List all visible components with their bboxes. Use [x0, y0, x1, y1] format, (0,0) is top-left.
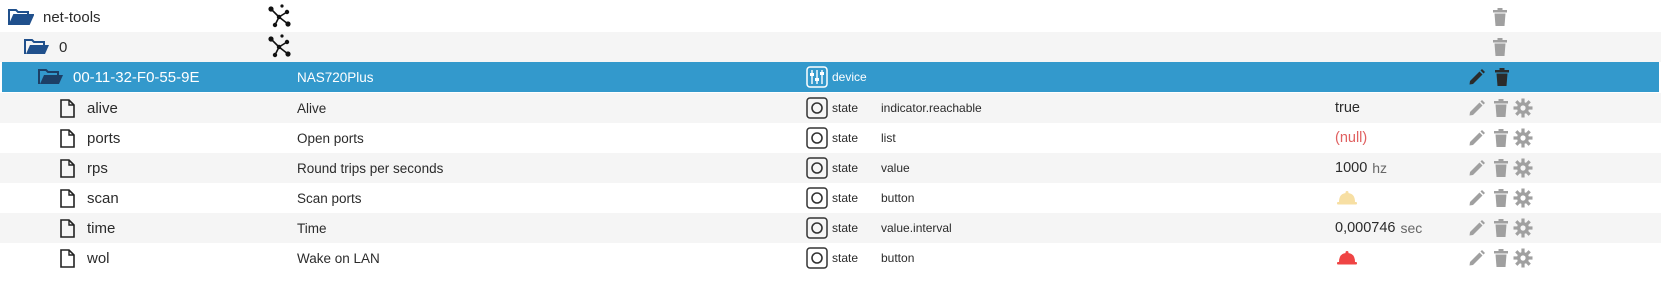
tree-row-state[interactable]: wol Wake on LAN state button [0, 243, 1661, 273]
file-icon [60, 123, 75, 153]
file-icon [60, 213, 75, 243]
object-tree: net-tools 0 00-11-32-F0-55-9E NAS720Plus… [0, 0, 1661, 293]
folder-open-icon[interactable] [8, 2, 34, 32]
row-id: 00-11-32-F0-55-9E [73, 68, 200, 86]
pencil-icon[interactable] [1468, 93, 1486, 123]
trash-icon[interactable] [1493, 243, 1509, 273]
bell-icon[interactable] [1336, 183, 1358, 213]
pencil-icon[interactable] [1468, 153, 1486, 183]
pencil-icon[interactable] [1468, 243, 1486, 273]
row-name: Open ports [297, 130, 364, 146]
file-icon [60, 183, 75, 213]
pencil-icon[interactable] [1468, 62, 1486, 92]
row-id: scan [87, 189, 119, 207]
gear-icon[interactable] [1513, 243, 1533, 273]
tree-row-0[interactable]: 0 [0, 32, 1661, 62]
object-type: state [832, 221, 859, 235]
trash-icon[interactable] [1493, 183, 1509, 213]
row-name: Scan ports [297, 190, 362, 206]
state-icon [806, 123, 828, 153]
state-icon [806, 243, 828, 273]
state-value: 1000 [1335, 160, 1368, 176]
state-icon [806, 183, 828, 213]
state-unit: hz [1372, 160, 1388, 176]
row-id: 0 [59, 38, 68, 56]
network-adapter-icon [265, 32, 293, 62]
tree-row-state[interactable]: ports Open ports state list (null) [0, 123, 1661, 153]
pencil-icon[interactable] [1468, 183, 1486, 213]
object-type: device [832, 70, 867, 84]
state-icon [806, 213, 828, 243]
object-type: state [832, 101, 859, 115]
file-icon [60, 153, 75, 183]
row-id: rps [87, 159, 108, 177]
object-type: state [832, 131, 859, 145]
trash-icon[interactable] [1493, 123, 1509, 153]
gear-icon[interactable] [1513, 93, 1533, 123]
tree-row-state[interactable]: rps Round trips per seconds state value … [0, 153, 1661, 183]
object-type: state [832, 251, 859, 265]
trash-icon[interactable] [1492, 2, 1508, 32]
state-value[interactable]: true [1335, 93, 1360, 123]
gear-icon[interactable] [1513, 123, 1533, 153]
state-value[interactable]: (null) [1335, 123, 1367, 153]
object-role: value [881, 161, 910, 175]
trash-icon[interactable] [1494, 62, 1510, 92]
folder-open-icon[interactable] [38, 62, 64, 92]
state-unit: sec [1400, 220, 1423, 236]
network-adapter-icon [265, 2, 293, 32]
object-role: value.interval [881, 221, 952, 235]
object-role: list [881, 131, 896, 145]
row-name: Time [297, 220, 327, 236]
tree-row-device-selected[interactable]: 00-11-32-F0-55-9E NAS720Plus device [2, 62, 1659, 92]
trash-icon[interactable] [1493, 213, 1509, 243]
device-icon [806, 62, 828, 92]
state-icon [806, 153, 828, 183]
state-value: 0,000746 [1335, 220, 1396, 236]
bell-icon[interactable] [1336, 243, 1358, 273]
gear-icon[interactable] [1513, 183, 1533, 213]
tree-row-net-tools[interactable]: net-tools [0, 2, 1661, 32]
state-value-wrap[interactable]: 0,000746 sec [1335, 213, 1422, 243]
row-name: Wake on LAN [297, 250, 380, 266]
object-role: button [881, 251, 915, 265]
tree-row-state[interactable]: alive Alive state indicator.reachable tr… [0, 93, 1661, 123]
trash-icon[interactable] [1493, 153, 1509, 183]
tree-row-state[interactable]: time Time state value.interval 0,000746 s… [0, 213, 1661, 243]
object-type: state [832, 191, 859, 205]
row-name: Alive [297, 100, 327, 116]
tree-row-state[interactable]: scan Scan ports state button [0, 183, 1661, 213]
file-icon [60, 93, 75, 123]
pencil-icon[interactable] [1468, 123, 1486, 153]
state-value-wrap[interactable]: 1000 hz [1335, 153, 1387, 183]
gear-icon[interactable] [1513, 153, 1533, 183]
pencil-icon[interactable] [1468, 213, 1486, 243]
file-icon [60, 243, 75, 273]
row-id: alive [87, 99, 118, 117]
state-icon [806, 93, 828, 123]
object-role: button [881, 191, 915, 205]
row-name: NAS720Plus [297, 69, 374, 85]
row-id: ports [87, 129, 121, 147]
trash-icon[interactable] [1492, 32, 1508, 62]
row-name: Round trips per seconds [297, 160, 444, 176]
object-role: indicator.reachable [881, 101, 982, 115]
row-id: net-tools [43, 8, 101, 26]
row-id: time [87, 219, 116, 237]
object-type: state [832, 161, 859, 175]
trash-icon[interactable] [1493, 93, 1509, 123]
gear-icon[interactable] [1513, 213, 1533, 243]
folder-open-icon[interactable] [24, 32, 50, 62]
row-id: wol [87, 249, 110, 267]
